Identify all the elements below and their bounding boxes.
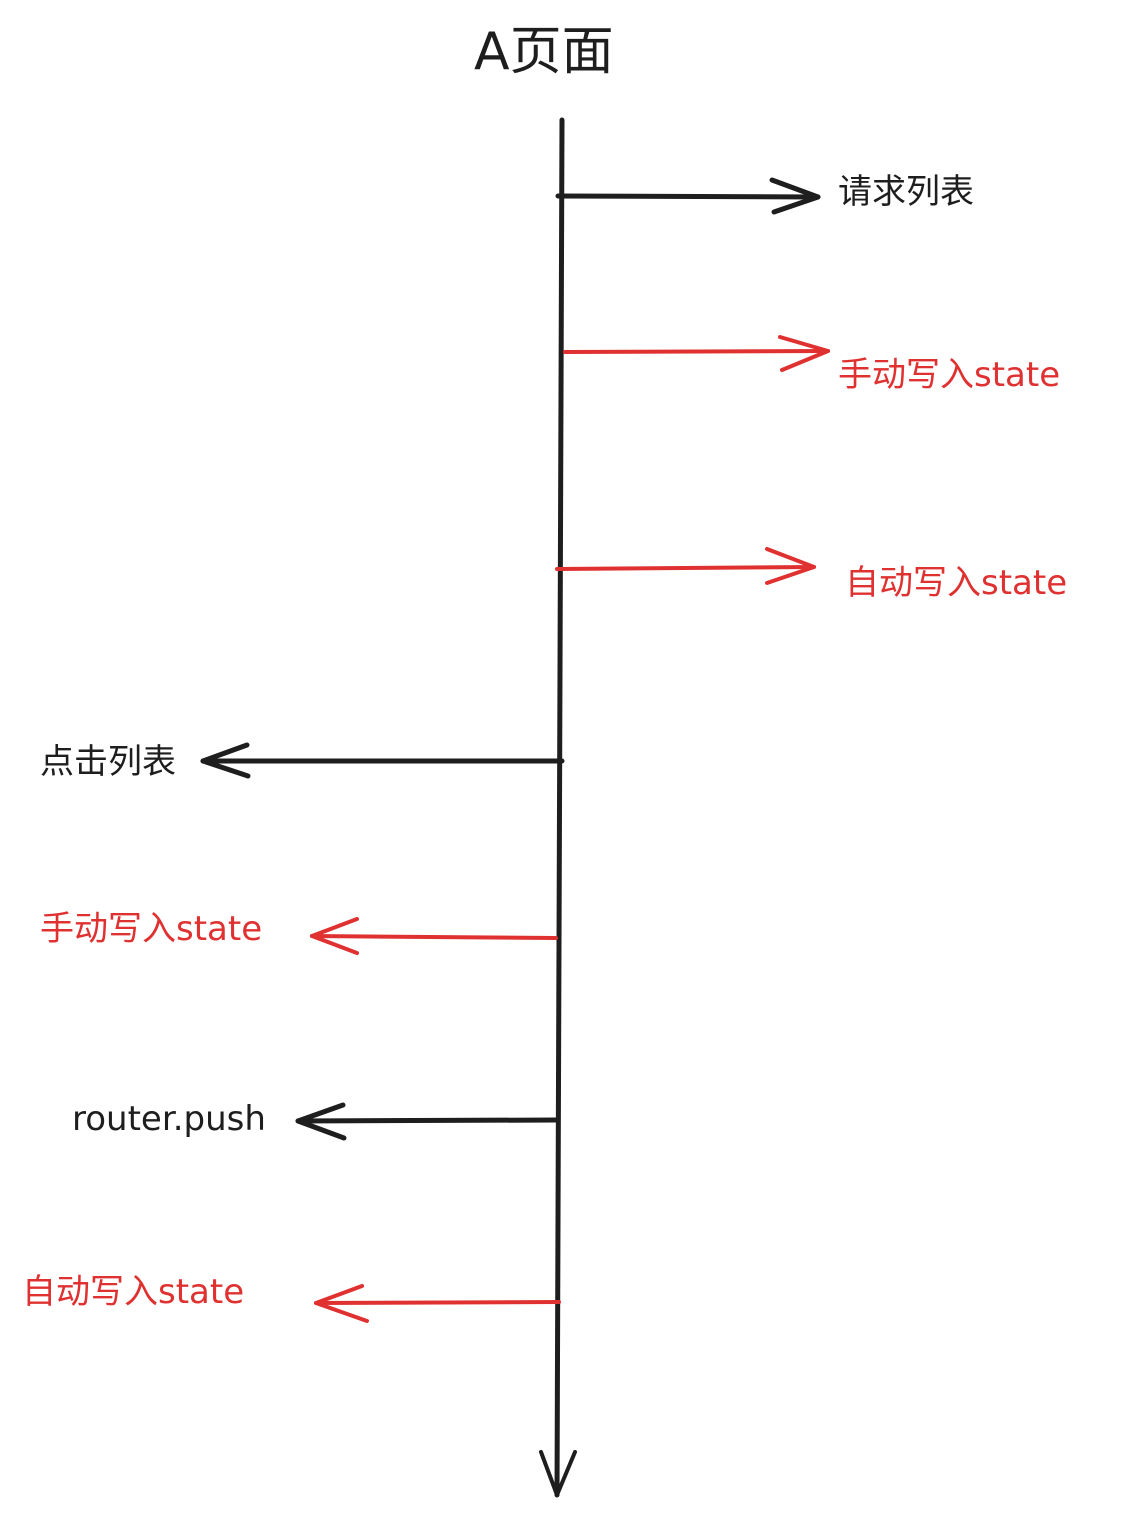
event-arrow-router-push: [295, 1102, 560, 1141]
event-arrow-request-list: [555, 177, 821, 215]
event-label-router-push: router.push: [72, 1099, 266, 1139]
page-title: A页面: [474, 22, 614, 82]
event-arrow-click-list: [200, 742, 565, 779]
event-arrow-manual-write-state-right: [563, 335, 830, 372]
event-arrow-auto-write-state-left: [314, 1284, 561, 1323]
event-label-request-list: 请求列表: [838, 172, 974, 212]
event-arrow-auto-write-state-right: [555, 547, 816, 585]
event-arrow-manual-write-state-left: [310, 917, 558, 955]
timeline-axis: [554, 117, 565, 1498]
event-label-manual-write-state-left: 手动写入state: [40, 909, 263, 949]
event-label-auto-write-state-left: 自动写入state: [22, 1272, 245, 1312]
event-label-click-list: 点击列表: [40, 742, 176, 782]
event-label-manual-write-state-right: 手动写入state: [838, 355, 1061, 395]
event-label-auto-write-state-right: 自动写入state: [845, 563, 1068, 603]
